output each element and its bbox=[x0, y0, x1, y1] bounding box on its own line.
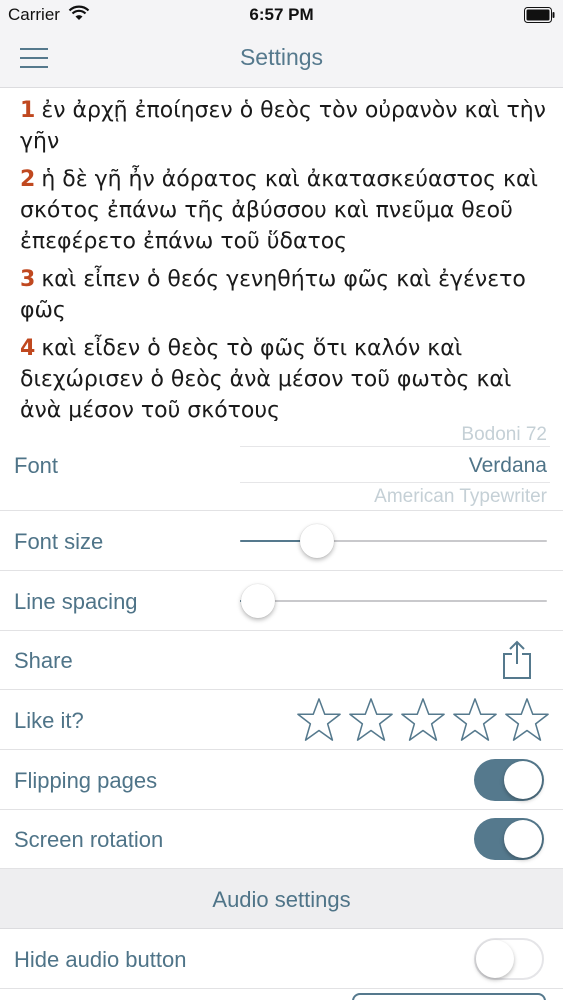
font-option[interactable]: Bodoni 72 bbox=[461, 424, 547, 446]
flipping-pages-toggle[interactable] bbox=[474, 759, 544, 801]
share-label: Share bbox=[14, 648, 73, 673]
hide-audio-row: Hide audio button bbox=[0, 929, 563, 989]
verse-number: 4 bbox=[20, 336, 36, 361]
verse-number: 1 bbox=[20, 98, 36, 123]
hide-audio-label: Hide audio button bbox=[14, 947, 187, 972]
star-icon[interactable] bbox=[504, 697, 550, 743]
verse: 4 καὶ εἶδεν ὁ θεὸς τὸ φῶς ὅτι καλόν καὶ δ… bbox=[20, 333, 547, 421]
section-header-label: Audio settings bbox=[212, 887, 351, 912]
font-option[interactable]: American Typewriter bbox=[374, 486, 547, 508]
text-preview[interactable]: 1 ἐν ἀρχῇ ἐποίησεν ὁ θεὸς τὸν οὐρανὸν καὶ… bbox=[0, 88, 563, 421]
slider-knob[interactable] bbox=[299, 524, 334, 558]
slider-knob[interactable] bbox=[241, 584, 276, 618]
font-size-row: Font size bbox=[0, 511, 563, 571]
line-spacing-slider[interactable] bbox=[240, 584, 547, 618]
share-icon[interactable] bbox=[500, 640, 534, 680]
font-size-slider[interactable] bbox=[240, 524, 547, 558]
verse-number: 3 bbox=[20, 267, 36, 292]
hide-audio-toggle[interactable] bbox=[474, 938, 544, 980]
verse-number: 2 bbox=[20, 167, 36, 192]
navigation-bar: Settings bbox=[0, 30, 563, 88]
verse: 1 ἐν ἀρχῇ ἐποίησεν ὁ θεὸς τὸν οὐρανὸν καὶ… bbox=[20, 95, 547, 157]
clock: 6:57 PM bbox=[249, 5, 314, 24]
font-size-label: Font size bbox=[14, 529, 104, 554]
screen-rotation-toggle[interactable] bbox=[474, 818, 544, 860]
audio-button[interactable] bbox=[352, 993, 546, 1000]
flipping-pages-label: Flipping pages bbox=[14, 768, 158, 793]
verse-text: ἐν ἀρχῇ ἐποίησεν ὁ θεὸς τὸν οὐρανὸν καὶ … bbox=[20, 98, 546, 154]
rating-row: Like it? bbox=[0, 690, 563, 750]
verse-text: ἡ δὲ γῆ ἦν ἀόρατος καὶ ἀκατασκεύαστος κα… bbox=[20, 167, 538, 254]
star-icon[interactable] bbox=[296, 697, 342, 743]
rating-label: Like it? bbox=[14, 708, 84, 733]
star-rating[interactable] bbox=[296, 697, 550, 743]
font-picker[interactable]: Bodoni 72 Verdana American Typewriter bbox=[240, 421, 550, 511]
line-spacing-label: Line spacing bbox=[14, 589, 138, 614]
verse: 3 καὶ εἶπεν ὁ θεός γενηθήτω φῶς καὶ ἐγένε… bbox=[20, 264, 547, 326]
verse-text: καὶ εἶπεν ὁ θεός γενηθήτω φῶς καὶ ἐγένετ… bbox=[20, 267, 526, 323]
star-icon[interactable] bbox=[400, 697, 446, 743]
font-row: Font Bodoni 72 Verdana American Typewrit… bbox=[0, 421, 563, 511]
screen-rotation-label: Screen rotation bbox=[14, 827, 164, 852]
settings-panel: Font Bodoni 72 Verdana American Typewrit… bbox=[0, 421, 563, 1000]
font-label: Font bbox=[14, 453, 59, 478]
star-icon[interactable] bbox=[452, 697, 498, 743]
page-title: Settings bbox=[239, 44, 324, 70]
flipping-pages-row: Flipping pages bbox=[0, 750, 563, 810]
battery-icon bbox=[524, 7, 555, 23]
line-spacing-row: Line spacing bbox=[0, 571, 563, 631]
share-row[interactable]: Share bbox=[0, 631, 563, 690]
star-icon[interactable] bbox=[348, 697, 394, 743]
font-option-selected[interactable]: Verdana bbox=[469, 454, 547, 478]
screen-rotation-row: Screen rotation bbox=[0, 810, 563, 869]
verse-text: καὶ εἶδεν ὁ θεὸς τὸ φῶς ὅτι καλόν καὶ δι… bbox=[20, 336, 512, 421]
verse: 2ἡ δὲ γῆ ἦν ἀόρατος καὶ ἀκατασκεύαστος κ… bbox=[20, 164, 547, 257]
audio-settings-header: Audio settings bbox=[0, 869, 563, 929]
status-bar: Carrier 6:57 PM bbox=[0, 0, 563, 30]
